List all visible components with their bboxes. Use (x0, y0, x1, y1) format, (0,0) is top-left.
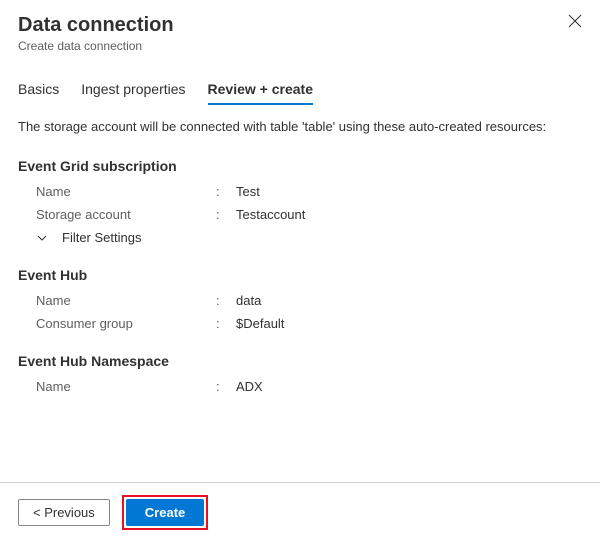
label-eh-consumer: Consumer group (36, 316, 216, 331)
row-eh-name: Name : data (18, 293, 582, 308)
section-namespace: Event Hub Namespace Name : ADX (18, 353, 582, 394)
value-eh-name: data (236, 293, 261, 308)
tab-bar: Basics Ingest properties Review + create (0, 61, 600, 105)
page-subtitle: Create data connection (18, 39, 582, 53)
page-title: Data connection (18, 14, 582, 37)
tab-ingest-properties[interactable]: Ingest properties (81, 81, 185, 105)
value-ns-name: ADX (236, 379, 263, 394)
section-title-event-hub: Event Hub (18, 267, 582, 283)
create-button[interactable]: Create (126, 499, 204, 526)
label-eh-name: Name (36, 293, 216, 308)
footer-bar: < Previous Create (0, 482, 600, 542)
value-eg-name: Test (236, 184, 260, 199)
filter-settings-label: Filter Settings (62, 230, 141, 245)
label-ns-name: Name (36, 379, 216, 394)
value-eg-storage: Testaccount (236, 207, 305, 222)
value-eh-consumer: $Default (236, 316, 284, 331)
row-ns-name: Name : ADX (18, 379, 582, 394)
create-highlight: Create (122, 495, 208, 530)
section-event-hub: Event Hub Name : data Consumer group : $… (18, 267, 582, 331)
tab-basics[interactable]: Basics (18, 81, 59, 105)
close-icon (568, 14, 582, 28)
previous-button[interactable]: < Previous (18, 499, 110, 526)
tab-review-create[interactable]: Review + create (208, 81, 313, 105)
section-title-namespace: Event Hub Namespace (18, 353, 582, 369)
row-eg-storage: Storage account : Testaccount (18, 207, 582, 222)
label-eg-name: Name (36, 184, 216, 199)
filter-settings-expander[interactable]: Filter Settings (18, 230, 582, 245)
section-title-event-grid: Event Grid subscription (18, 158, 582, 174)
section-event-grid: Event Grid subscription Name : Test Stor… (18, 158, 582, 245)
label-eg-storage: Storage account (36, 207, 216, 222)
close-button[interactable] (568, 14, 582, 31)
row-eg-name: Name : Test (18, 184, 582, 199)
chevron-down-icon (36, 232, 48, 244)
row-eh-consumer: Consumer group : $Default (18, 316, 582, 331)
intro-text: The storage account will be connected wi… (18, 119, 582, 134)
